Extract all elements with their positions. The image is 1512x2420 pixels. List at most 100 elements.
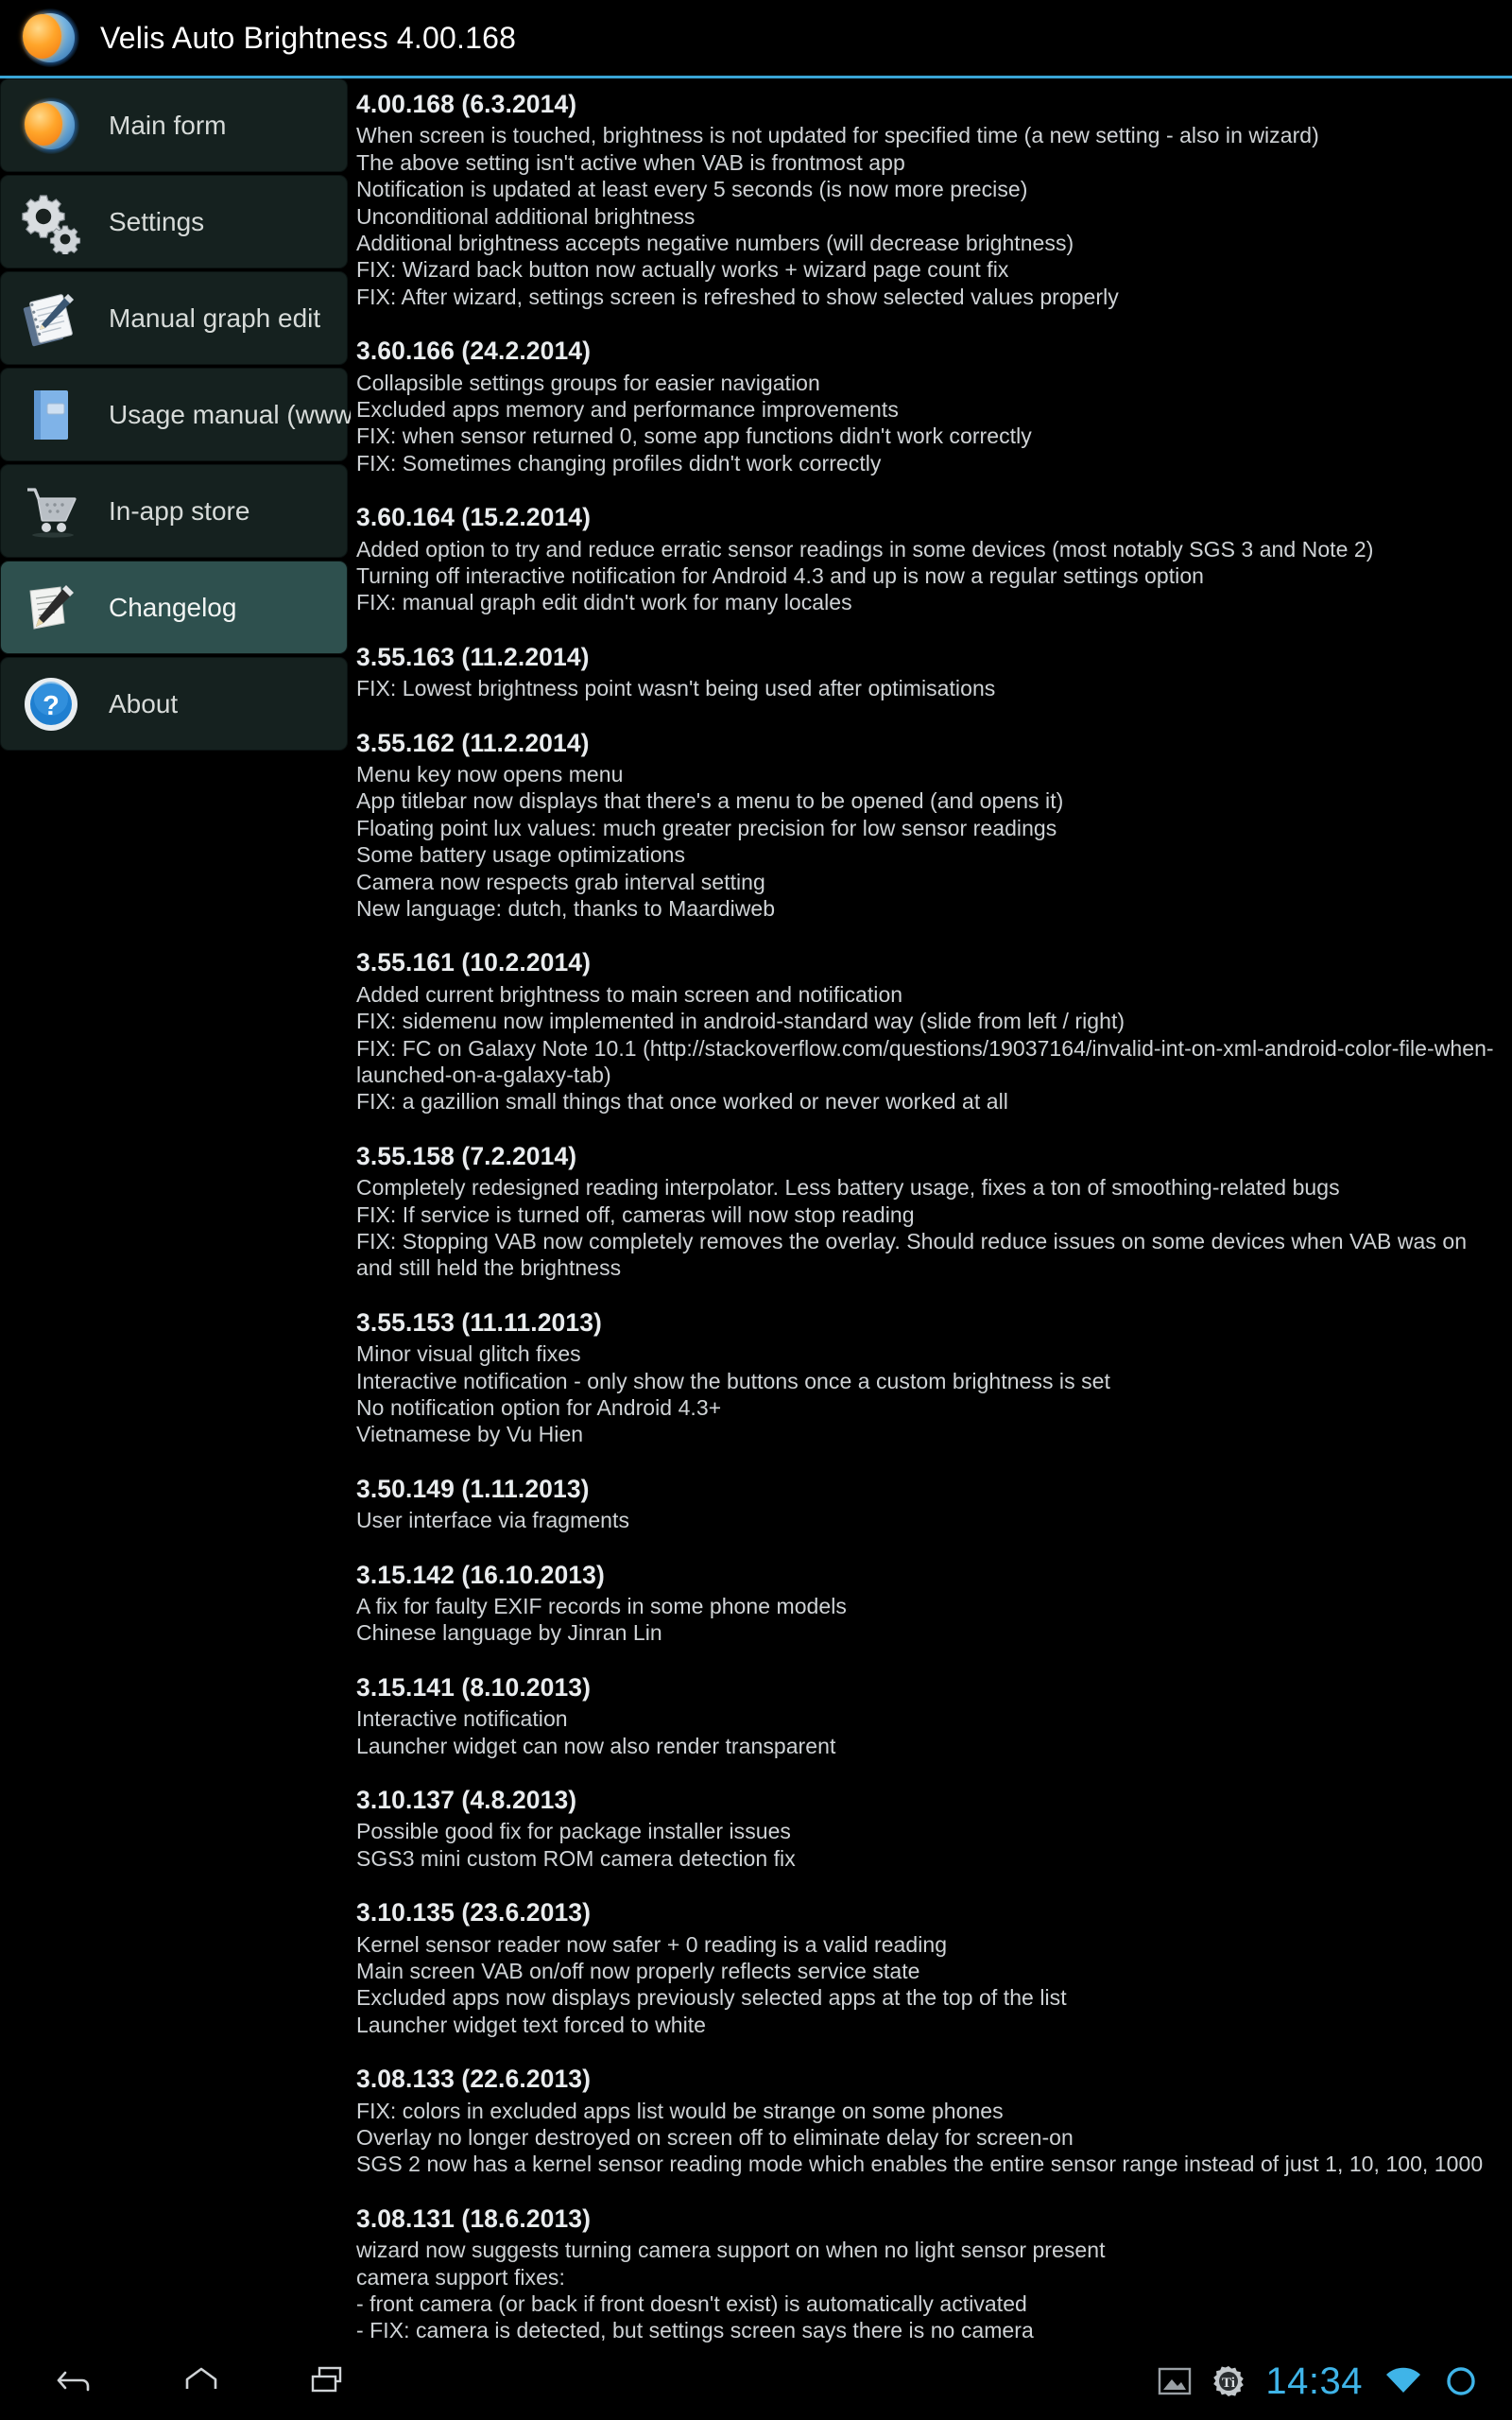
release-change-line: Interactive notification - only show the… xyxy=(356,1368,1110,1393)
release-version-title: 3.10.135 (23.6.2013) xyxy=(356,1898,592,1927)
release-change-line: App titlebar now displays that there's a… xyxy=(356,788,1064,814)
release-change-line: New language: dutch, thanks to Maardiweb xyxy=(356,896,776,921)
back-icon[interactable] xyxy=(53,2360,96,2403)
release-version-title: 3.08.131 (18.6.2013) xyxy=(356,2204,592,2233)
changelog-release: 3.55.163 (11.2.2014) FIX: Lowest brightne… xyxy=(356,641,1501,702)
release-version-title: 3.55.161 (10.2.2014) xyxy=(356,948,592,977)
changelog-release: 3.10.135 (23.6.2013) Kernel sensor reader… xyxy=(356,1896,1501,2038)
release-change-line: FIX: manual graph edit didn't work for m… xyxy=(356,590,852,615)
release-change-line: Overlay no longer destroyed on screen of… xyxy=(356,2125,1074,2151)
changelog-scroll-area[interactable]: 4.00.168 (6.3.2014) When screen is touche… xyxy=(351,78,1512,2342)
release-change-line: Unconditional additional brightness xyxy=(356,203,696,229)
changelog-release-list: 4.00.168 (6.3.2014) When screen is touche… xyxy=(356,88,1501,2342)
release-change-line: The above setting isn't active when VAB … xyxy=(356,149,905,175)
release-change-line: Kernel sensor reader now safer + 0 readi… xyxy=(356,1931,948,1957)
release-version-title: 3.55.162 (11.2.2014) xyxy=(356,728,590,757)
release-change-line: Minor visual glitch fixes xyxy=(356,1341,581,1367)
blue-book-icon xyxy=(14,378,88,452)
sidebar-item-changelog[interactable]: Changelog xyxy=(0,561,348,654)
svg-text:Ti: Ti xyxy=(1222,2376,1235,2391)
release-version-title: 3.10.137 (4.8.2013) xyxy=(356,1786,577,1815)
changelog-release: 3.15.142 (16.10.2013) A fix for faulty EX… xyxy=(356,1559,1501,1647)
question-mark-icon: ? xyxy=(14,667,88,741)
titanium-backup-icon[interactable]: Ti xyxy=(1212,2365,1245,2397)
sidebar-item-in-app-store[interactable]: In-app store xyxy=(0,464,348,558)
release-change-line: wizard now suggests turning camera suppo… xyxy=(356,2238,1106,2263)
sidebar-item-label: Changelog xyxy=(109,592,237,622)
home-icon[interactable] xyxy=(180,2360,223,2403)
sidebar-item-label: About xyxy=(109,688,179,718)
recent-apps-icon[interactable] xyxy=(306,2360,350,2403)
release-change-line: - front camera (or back if front doesn't… xyxy=(356,2291,1027,2317)
release-change-line: Completely redesigned reading interpolat… xyxy=(356,1175,1340,1201)
globe-sun-icon xyxy=(14,89,88,163)
page-title: Velis Auto Brightness 4.00.168 xyxy=(100,20,517,55)
release-change-line: Possible good fix for package installer … xyxy=(356,1819,791,1844)
release-change-line: FIX: After wizard, settings screen is re… xyxy=(356,284,1119,309)
release-version-title: 3.60.164 (15.2.2014) xyxy=(356,503,592,532)
changelog-release: 3.60.164 (15.2.2014) Added option to try … xyxy=(356,501,1501,616)
release-change-line: - FIX: camera is detected, but settings … xyxy=(356,2318,1034,2342)
release-change-line: Excluded apps now displays previously se… xyxy=(356,1985,1067,2011)
release-change-line: FIX: sidemenu now implemented in android… xyxy=(356,1009,1125,1034)
release-change-line: Launcher widget can now also render tran… xyxy=(356,1733,836,1758)
sidebar: Main form Settings Manual graph edit Usa… xyxy=(0,78,362,2342)
release-change-line: Added option to try and reduce erratic s… xyxy=(356,536,1374,562)
changelog-release: 3.60.166 (24.2.2014) Collapsible settings… xyxy=(356,335,1501,476)
release-change-line: Camera now respects grab interval settin… xyxy=(356,869,765,894)
status-clock: 14:34 xyxy=(1265,2360,1363,2402)
sidebar-item-about[interactable]: ? About xyxy=(0,657,348,751)
gears-icon xyxy=(14,185,88,259)
android-navigation-bar: Ti 14:34 xyxy=(0,2342,1512,2420)
sidebar-item-settings[interactable]: Settings xyxy=(0,175,348,268)
changelog-release: 4.00.168 (6.3.2014) When screen is touche… xyxy=(356,88,1501,310)
release-change-line: Collapsible settings groups for easier n… xyxy=(356,370,820,395)
release-version-title: 3.08.133 (22.6.2013) xyxy=(356,2065,592,2094)
screenshot-image-icon[interactable] xyxy=(1158,2366,1192,2396)
sidebar-item-label: Usage manual (www) xyxy=(109,399,362,429)
changelog-release: 3.55.161 (10.2.2014) Added current bright… xyxy=(356,946,1501,1115)
release-change-line: Notification is updated at least every 5… xyxy=(356,177,1028,202)
release-change-line: Excluded apps memory and performance imp… xyxy=(356,397,899,422)
release-change-line: FIX: If service is turned off, cameras w… xyxy=(356,1201,915,1227)
release-change-line: FIX: colors in excluded apps list would … xyxy=(356,2098,1004,2123)
app-titlebar[interactable]: Velis Auto Brightness 4.00.168 xyxy=(0,0,1512,76)
sidebar-item-manual-graph-edit[interactable]: Manual graph edit xyxy=(0,271,348,365)
sidebar-item-label: Manual graph edit xyxy=(109,302,321,333)
release-change-line: camera support fixes: xyxy=(356,2264,565,2290)
android-app-window: Velis Auto Brightness 4.00.168 Main form xyxy=(0,0,1512,2420)
release-change-line: Additional brightness accepts negative n… xyxy=(356,231,1074,255)
velis-globe-sun-icon xyxy=(21,9,79,67)
release-change-line: Vietnamese by Vu Hien xyxy=(356,1422,584,1447)
release-version-title: 4.00.168 (6.3.2014) xyxy=(356,90,577,118)
svg-text:?: ? xyxy=(43,691,60,721)
release-change-line: Some battery usage optimizations xyxy=(356,842,686,868)
release-change-line: When screen is touched, brightness is no… xyxy=(356,123,1319,148)
release-change-line: FIX: Stopping VAB now completely removes… xyxy=(356,1229,1468,1281)
note-pencil-icon xyxy=(14,571,88,645)
wifi-icon[interactable] xyxy=(1383,2366,1423,2396)
changelog-release: 3.55.153 (11.11.2013) Minor visual glitch… xyxy=(356,1306,1501,1448)
release-change-line: A fix for faulty EXIF records in some ph… xyxy=(356,1594,847,1619)
sidebar-item-label: In-app store xyxy=(109,495,250,526)
sidebar-item-usage-manual[interactable]: Usage manual (www) xyxy=(0,368,362,461)
notepad-pencil-icon xyxy=(14,282,88,355)
release-change-line: No notification option for Android 4.3+ xyxy=(356,1395,722,1420)
battery-circle-icon[interactable] xyxy=(1444,2364,1478,2398)
sidebar-item-main-form[interactable]: Main form xyxy=(0,78,348,172)
release-change-line: Added current brightness to main screen … xyxy=(356,981,903,1007)
release-change-line: SGS3 mini custom ROM camera detection fi… xyxy=(356,1845,796,1871)
release-change-line: FIX: Sometimes changing profiles didn't … xyxy=(356,450,882,475)
changelog-release: 3.10.137 (4.8.2013) Possible good fix for… xyxy=(356,1784,1501,1872)
changelog-release: 3.15.141 (8.10.2013) Interactive notifica… xyxy=(356,1671,1501,1759)
sidebar-item-label: Main form xyxy=(109,110,227,140)
release-change-line: SGS 2 now has a kernel sensor reading mo… xyxy=(356,2152,1484,2177)
release-change-line: Main screen VAB on/off now properly refl… xyxy=(356,1959,920,1984)
changelog-release: 3.50.149 (1.11.2013) User interface via f… xyxy=(356,1473,1501,1534)
release-change-line: FIX: Lowest brightness point wasn't bein… xyxy=(356,676,996,701)
release-version-title: 3.50.149 (1.11.2013) xyxy=(356,1474,590,1503)
release-change-line: FIX: FC on Galaxy Note 10.1 (http://stac… xyxy=(356,1035,1494,1087)
release-change-line: Menu key now opens menu xyxy=(356,762,624,787)
release-version-title: 3.60.166 (24.2.2014) xyxy=(356,337,592,366)
changelog-release: 3.55.162 (11.2.2014) Menu key now opens m… xyxy=(356,727,1501,923)
